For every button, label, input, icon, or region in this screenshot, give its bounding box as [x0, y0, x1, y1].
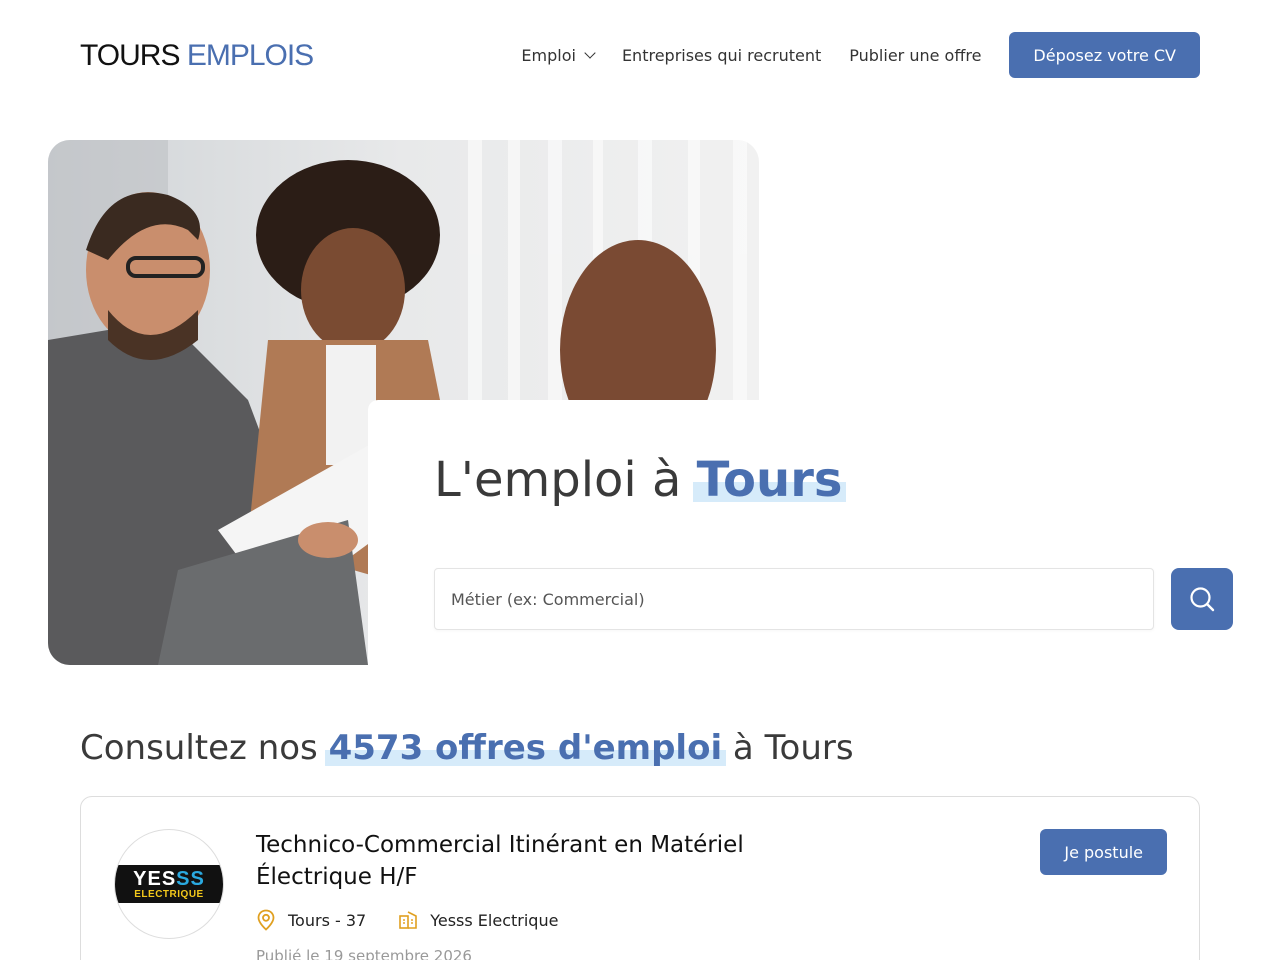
job-title[interactable]: Technico-Commercial Itinérant en Matérie… — [256, 829, 816, 893]
nav-publier-link[interactable]: Publier une offre — [849, 46, 981, 65]
logo-text-emplois: EMPLOIS — [186, 39, 314, 72]
page: TOURS EMPLOIS Emploi Entreprises qui rec… — [0, 0, 1280, 960]
chevron-down-icon — [584, 46, 596, 59]
hero-title-city: Tours — [696, 452, 843, 508]
deposit-cv-button[interactable]: Déposez votre CV — [1009, 32, 1200, 78]
logo-text-ss: SS — [176, 867, 205, 890]
search-button[interactable] — [1171, 568, 1233, 630]
main-nav: Emploi Entreprises qui recrutent Publier… — [521, 32, 1200, 78]
job-search-input[interactable] — [434, 568, 1154, 630]
logo-subtext: ELECTRIQUE — [134, 888, 204, 900]
site-logo[interactable]: TOURS EMPLOIS — [80, 38, 314, 74]
logo-text-yes: YES — [133, 867, 177, 890]
hero-title-prefix: L'emploi à — [434, 452, 682, 508]
offers-count-highlight: 4573 offres d'emploi — [328, 728, 723, 768]
offers-section-title: Consultez nos 4573 offres d'emploi à Tou… — [80, 724, 854, 772]
offers-title-prefix: Consultez nos — [80, 728, 318, 768]
job-card[interactable]: YESSS ELECTRIQUE Technico-Commercial Iti… — [80, 796, 1200, 960]
apply-button[interactable]: Je postule — [1040, 829, 1167, 875]
offers-title-suffix: à Tours — [732, 728, 854, 768]
job-company-name: Yesss Electrique — [430, 910, 559, 930]
job-company: Yesss Electrique — [398, 910, 558, 930]
location-pin-icon — [257, 909, 275, 931]
hero-card — [368, 400, 1280, 680]
logo-text-tours: TOURS — [80, 39, 180, 72]
company-logo: YESSS ELECTRIQUE — [114, 829, 224, 939]
building-icon — [399, 911, 418, 929]
header: TOURS EMPLOIS Emploi Entreprises qui rec… — [0, 0, 1280, 110]
nav-emploi-label: Emploi — [521, 45, 576, 65]
hero-title: L'emploi à Tours — [434, 448, 842, 512]
job-publish-date: Publié le 19 septembre 2026 — [256, 947, 472, 960]
nav-entreprises-link[interactable]: Entreprises qui recrutent — [622, 46, 821, 65]
nav-emploi-dropdown[interactable]: Emploi — [521, 45, 596, 65]
job-location: Tours - 37 — [256, 909, 366, 931]
job-meta: Tours - 37 Yesss Electrique — [256, 909, 590, 931]
job-location-text: Tours - 37 — [288, 910, 367, 930]
search-icon — [1190, 587, 1215, 612]
